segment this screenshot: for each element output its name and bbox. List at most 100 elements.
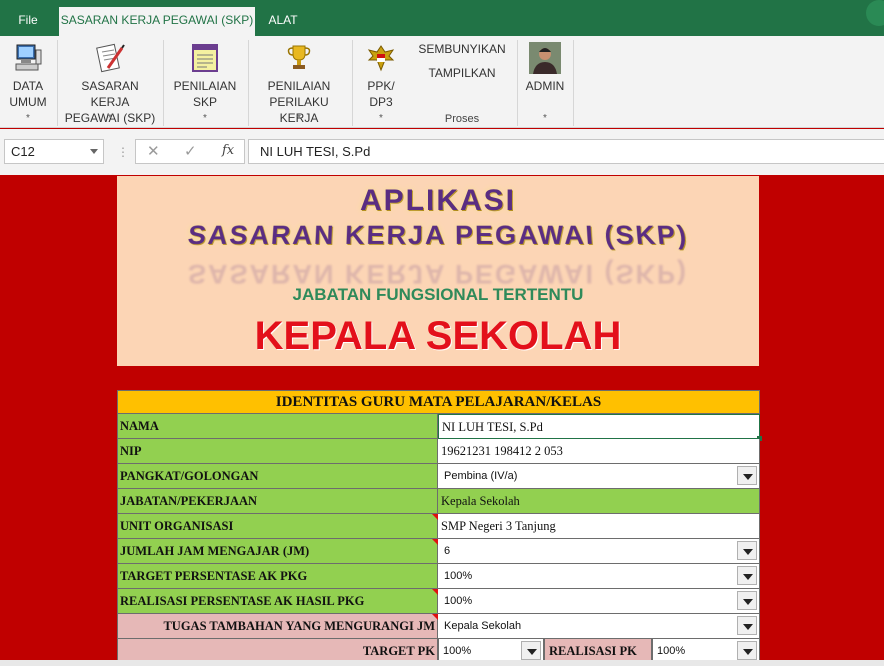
dropdown-arrow-icon[interactable] (737, 641, 757, 660)
table-row: REALISASI PERSENTASE AK HASIL PKG 100% (117, 589, 760, 614)
penilaian-skp-star: * (203, 113, 207, 124)
enter-check-icon[interactable]: ✓ (184, 142, 197, 160)
account-circle-icon[interactable] (866, 0, 884, 26)
select-realisasi-pk-value: 100% (657, 645, 686, 657)
select-target-ak-pkg-value: 100% (444, 570, 473, 582)
trophy-icon (287, 45, 311, 69)
dropdown-arrow-icon[interactable] (737, 591, 757, 610)
tampilkan-button[interactable]: TAMPILKAN (412, 66, 512, 80)
penilaian-skp-button[interactable]: PENILAIAN SKP * (168, 36, 242, 128)
penilaian-skp-label-2: SKP (192, 95, 217, 109)
dropdown-arrow-icon[interactable] (737, 566, 757, 585)
dropdown-arrow-icon[interactable] (737, 466, 757, 485)
label-pangkat: PANGKAT/GOLONGAN (117, 464, 438, 489)
field-unit-organisasi[interactable]: SMP Negeri 3 Tanjung (438, 514, 760, 539)
admin-star: * (543, 113, 547, 124)
ribbon-separator (573, 40, 574, 126)
document-pen-icon (96, 43, 125, 73)
table-row: PANGKAT/GOLONGAN Pembina (IV/a) (117, 464, 760, 489)
ribbon-separator (517, 40, 518, 126)
data-umum-star: * (26, 113, 30, 124)
select-pangkat-value: Pembina (IV/a) (444, 470, 518, 482)
admin-label: ADMIN (525, 79, 565, 93)
select-jumlah-jam[interactable]: 6 (438, 539, 760, 564)
penilaian-skp-label-1: PENILAIAN (173, 79, 237, 93)
ppk-dp3-button[interactable]: PPK/DP3 * (358, 36, 404, 128)
sasaran-kerja-label-1: SASARAN KERJA (81, 79, 139, 109)
field-nama[interactable]: NI LUH TESI, S.Pd (438, 414, 762, 441)
select-target-pk-value: 100% (443, 645, 472, 657)
sheet-bottom-edge (0, 660, 884, 666)
label-tugas-tambahan: TUGAS TAMBAHAN YANG MENGURANGI JM (117, 614, 438, 639)
chevron-down-icon[interactable] (90, 149, 98, 154)
ribbon-separator (352, 40, 353, 126)
ppk-dp3-label-2: DP3 (369, 95, 393, 109)
garuda-icon (367, 45, 395, 72)
table-row: JUMLAH JAM MENGAJAR (JM) 6 (117, 539, 760, 564)
label-tugas-tambahan-text: TUGAS TAMBAHAN YANG MENGURANGI JM (163, 619, 435, 633)
label-target-ak-pkg: TARGET PERSENTASE AK PKG (117, 564, 438, 589)
data-umum-label-1: DATA (12, 79, 44, 93)
cancel-icon[interactable]: ✕ (147, 142, 160, 160)
app-banner: APLIKASI SASARAN KERJA PEGAWAI (SKP) SAS… (117, 176, 759, 366)
select-realisasi-ak-pkg-value: 100% (444, 595, 473, 607)
ppk-dp3-star: * (379, 113, 383, 124)
dropdown-arrow-icon[interactable] (521, 641, 541, 660)
table-row: JABATAN/PEKERJAAN Kepala Sekolah (117, 489, 760, 514)
ribbon-separator (248, 40, 249, 126)
select-target-ak-pkg[interactable]: 100% (438, 564, 760, 589)
penilaian-perilaku-label-1: PENILAIAN (267, 79, 331, 93)
ribbon: DATA UMUM * SASARAN KERJA PEGAWAI (SKP) * … (0, 36, 884, 128)
formula-input[interactable]: NI LUH TESI, S.Pd (248, 139, 884, 164)
tab-file[interactable]: File (0, 7, 56, 36)
name-box[interactable]: C12 (4, 139, 104, 164)
table-row: TUGAS TAMBAHAN YANG MENGURANGI JM Kepala… (117, 614, 760, 639)
tab-skp[interactable]: SASARAN KERJA PEGAWAI (SKP) (59, 7, 255, 36)
banner-title-skp: SASARAN KERJA PEGAWAI (SKP) (186, 220, 690, 250)
select-tugas-tambahan[interactable]: Kepala Sekolah (438, 614, 760, 639)
field-jabatan: Kepala Sekolah (438, 489, 760, 514)
insert-function-icon[interactable]: fx (222, 143, 234, 158)
formula-bar: C12 ⋮ ✕ ✓ fx NI LUH TESI, S.Pd (0, 129, 884, 175)
computer-icon (15, 44, 42, 71)
admin-photo-icon (529, 42, 561, 74)
data-umum-label-2: UMUM (9, 95, 47, 109)
label-jumlah-jam-text: JUMLAH JAM MENGAJAR (JM) (120, 544, 310, 558)
select-tugas-tambahan-value: Kepala Sekolah (444, 620, 522, 632)
table-row: NAMA NI LUH TESI, S.Pd (117, 414, 762, 441)
notebook-icon (192, 44, 218, 72)
sembunyikan-button[interactable]: SEMBUNYIKAN (412, 42, 512, 56)
label-nip: NIP (117, 439, 438, 464)
ppk-dp3-label-1: PPK/ (367, 79, 395, 93)
dropdown-arrow-icon[interactable] (737, 541, 757, 560)
ribbon-separator (57, 40, 58, 126)
select-pangkat[interactable]: Pembina (IV/a) (438, 464, 760, 489)
formula-icons: ✕ ✓ fx (135, 139, 245, 164)
sasaran-kerja-button[interactable]: SASARAN KERJA PEGAWAI (SKP) * (62, 36, 158, 128)
penilaian-perilaku-star: * (297, 113, 301, 124)
ribbon-separator (163, 40, 164, 126)
field-nama-value: NI LUH TESI, S.Pd (442, 420, 543, 434)
label-realisasi-ak-pkg-text: REALISASI PERSENTASE AK HASIL PKG (120, 594, 365, 608)
table-row: UNIT ORGANISASI SMP Negeri 3 Tanjung (117, 514, 760, 539)
select-jumlah-jam-value: 6 (444, 545, 451, 557)
banner-title-aplikasi: APLIKASI (359, 184, 516, 217)
label-jumlah-jam: JUMLAH JAM MENGAJAR (JM) (117, 539, 438, 564)
identity-table-header: IDENTITAS GURU MATA PELAJARAN/KELAS (117, 390, 760, 414)
label-realisasi-ak-pkg: REALISASI PERSENTASE AK HASIL PKG (117, 589, 438, 614)
cell-reference: C12 (11, 144, 35, 159)
field-nip[interactable]: 19621231 198412 2 053 (438, 439, 760, 464)
penilaian-perilaku-kerja-button[interactable]: PENILAIAN PERILAKU KERJA * (253, 36, 345, 128)
select-realisasi-ak-pkg[interactable]: 100% (438, 589, 760, 614)
label-unit-organisasi-text: UNIT ORGANISASI (120, 519, 234, 533)
proses-group-label: Proses (444, 113, 480, 125)
admin-button[interactable]: ADMIN * (522, 36, 568, 128)
label-jabatan: JABATAN/PEKERJAAN (117, 489, 438, 514)
ribbon-tab-bar: File SASARAN KERJA PEGAWAI (SKP) ALAT (0, 0, 884, 36)
banner-subtitle: JABATAN FUNGSIONAL TERTENTU (292, 285, 584, 304)
data-umum-button[interactable]: DATA UMUM * (2, 36, 54, 128)
table-row: NIP 19621231 198412 2 053 (117, 439, 760, 464)
tab-alat[interactable]: ALAT (256, 7, 310, 36)
dropdown-arrow-icon[interactable] (737, 616, 757, 635)
table-row: TARGET PERSENTASE AK PKG 100% (117, 564, 760, 589)
